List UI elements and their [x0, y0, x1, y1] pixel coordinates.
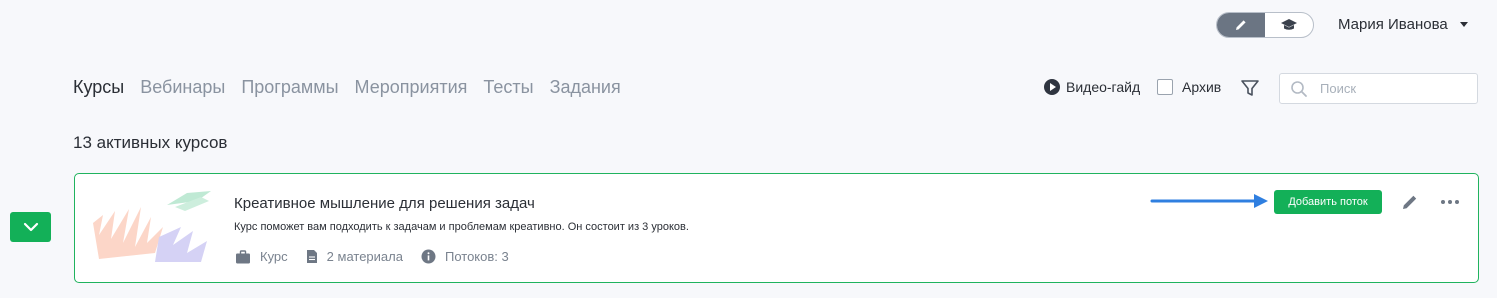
mode-learn-button[interactable]: [1265, 13, 1313, 37]
document-icon: [306, 250, 317, 263]
tab-webinars[interactable]: Вебинары: [140, 77, 225, 98]
more-dots-icon: [1441, 200, 1445, 204]
chevron-down-icon: [23, 222, 38, 232]
user-name: Мария Иванова: [1338, 16, 1448, 33]
chevron-down-icon: [1459, 22, 1468, 27]
course-card[interactable]: Креативное мышление для решения задач Ку…: [74, 173, 1479, 283]
course-description: Курс поможет вам подходить к задачам и п…: [234, 221, 689, 233]
meta-type: Курс: [235, 249, 288, 264]
briefcase-icon: [236, 249, 250, 263]
course-title[interactable]: Креативное мышление для решения задач: [234, 195, 535, 212]
meta-materials-label: 2 материала: [326, 249, 403, 264]
info-icon: [421, 249, 436, 264]
video-guide-label: Видео-гайд: [1066, 79, 1141, 95]
edit-course-button[interactable]: [1400, 192, 1420, 212]
search-icon: [1291, 80, 1307, 97]
tab-programs[interactable]: Программы: [241, 77, 338, 98]
play-icon: [1044, 79, 1060, 95]
search-box[interactable]: [1279, 73, 1478, 104]
add-stream-button[interactable]: Добавить поток: [1274, 190, 1382, 214]
search-input[interactable]: [1318, 80, 1472, 97]
mode-toggle[interactable]: [1216, 12, 1314, 38]
expand-button[interactable]: [10, 212, 51, 242]
annotation-arrow-icon: [1150, 194, 1268, 208]
meta-streams-label: Потоков: 3: [444, 249, 509, 264]
active-courses-count: 13 активных курсов: [73, 133, 228, 152]
tab-tests[interactable]: Тесты: [483, 77, 533, 98]
pencil-icon: [1236, 20, 1246, 30]
pencil-icon: [1403, 195, 1417, 209]
meta-type-label: Курс: [260, 249, 288, 264]
graduation-cap-icon: [1281, 19, 1297, 30]
mode-edit-button[interactable]: [1217, 13, 1265, 37]
video-guide-link[interactable]: Видео-гайд: [1044, 79, 1140, 95]
tab-assignments[interactable]: Задания: [550, 77, 621, 98]
more-options-button[interactable]: [1439, 192, 1461, 212]
tab-courses[interactable]: Курсы: [73, 77, 124, 98]
filter-icon: [1241, 80, 1259, 96]
section-tabs: Курсы Вебинары Программы Мероприятия Тес…: [73, 77, 621, 98]
archive-toggle[interactable]: Архив: [1157, 79, 1221, 95]
archive-label: Архив: [1182, 79, 1222, 95]
filter-button[interactable]: [1240, 78, 1260, 98]
user-menu[interactable]: Мария Иванова: [1338, 16, 1468, 33]
tab-events[interactable]: Мероприятия: [355, 77, 468, 98]
course-meta: Курс 2 материала Потоков: 3: [235, 249, 527, 264]
meta-materials: 2 материала: [306, 249, 403, 264]
archive-checkbox[interactable]: [1157, 79, 1173, 95]
meta-streams: Потоков: 3: [421, 249, 509, 264]
course-thumbnail: [93, 191, 211, 262]
